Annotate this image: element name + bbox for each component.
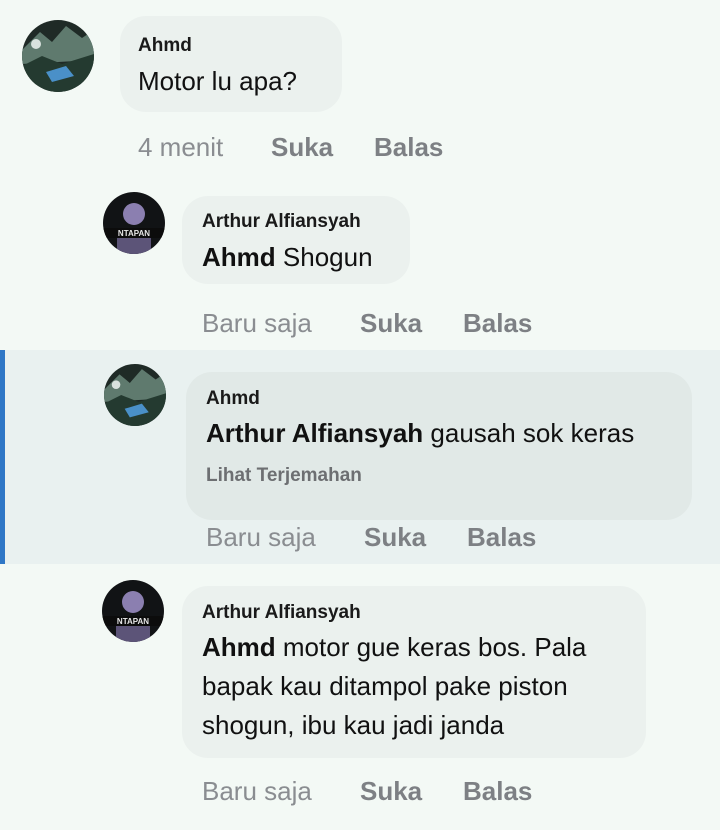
reply-button[interactable]: Balas [374, 132, 443, 163]
comment-time[interactable]: Baru saja [202, 308, 312, 339]
comment-author[interactable]: Ahmd [138, 35, 192, 57]
avatar-arthur[interactable]: NTAPAN [102, 580, 164, 642]
comment-text: Motor lu apa? [138, 66, 297, 96]
comment-author[interactable]: Ahmd [206, 388, 260, 410]
comment-author[interactable]: Arthur Alfiansyah [202, 602, 361, 624]
svg-text:NTAPAN: NTAPAN [117, 617, 149, 626]
comment-time[interactable]: Baru saja [206, 522, 316, 553]
mention-tag[interactable]: Ahmd [202, 242, 276, 272]
svg-text:NTAPAN: NTAPAN [118, 229, 150, 238]
mention-tag[interactable]: Arthur Alfiansyah [206, 418, 423, 448]
avatar-arthur[interactable]: NTAPAN [103, 192, 165, 254]
avatar-ahmd[interactable] [22, 20, 94, 92]
comment-body: motor gue keras bos. Pala [275, 632, 587, 662]
like-button[interactable]: Suka [364, 522, 426, 553]
reply-button[interactable]: Balas [463, 308, 532, 339]
comment-time[interactable]: Baru saja [202, 776, 312, 807]
see-translation-link[interactable]: Lihat Terjemahan [206, 465, 362, 487]
comment-line: shogun, ibu kau jadi janda [202, 710, 505, 740]
comment-author[interactable]: Arthur Alfiansyah [202, 211, 361, 233]
comment-ahmd-2: Ahmd Arthur Alfiansyah gausah sok keras … [0, 350, 720, 564]
comment-time[interactable]: 4 menit [138, 132, 223, 163]
mention-tag[interactable]: Ahmd [202, 632, 276, 662]
comment-text: Arthur Alfiansyah gausah sok keras [206, 414, 634, 453]
like-button[interactable]: Suka [360, 308, 422, 339]
comment-body: gausah sok keras [423, 418, 635, 448]
comment-text: Ahmd Shogun [202, 238, 373, 277]
comment-text: Ahmd motor gue keras bos. Pala bapak kau… [202, 628, 586, 745]
comment-arthur-1: NTAPAN Arthur Alfiansyah Ahmd Shogun Bar… [0, 180, 720, 350]
reply-button[interactable]: Balas [467, 522, 536, 553]
comment-line: Ahmd motor gue keras bos. Pala [202, 628, 586, 667]
comment-ahmd-1: Ahmd Motor lu apa? 4 menit Suka Balas [0, 0, 720, 180]
reply-button[interactable]: Balas [463, 776, 532, 807]
like-button[interactable]: Suka [360, 776, 422, 807]
comment-body: Shogun [275, 242, 373, 272]
comment-line: bapak kau ditampol pake piston [202, 671, 568, 701]
comment-arthur-2: NTAPAN Arthur Alfiansyah Ahmd motor gue … [0, 564, 720, 830]
avatar-ahmd[interactable] [104, 364, 166, 426]
like-button[interactable]: Suka [271, 132, 333, 163]
